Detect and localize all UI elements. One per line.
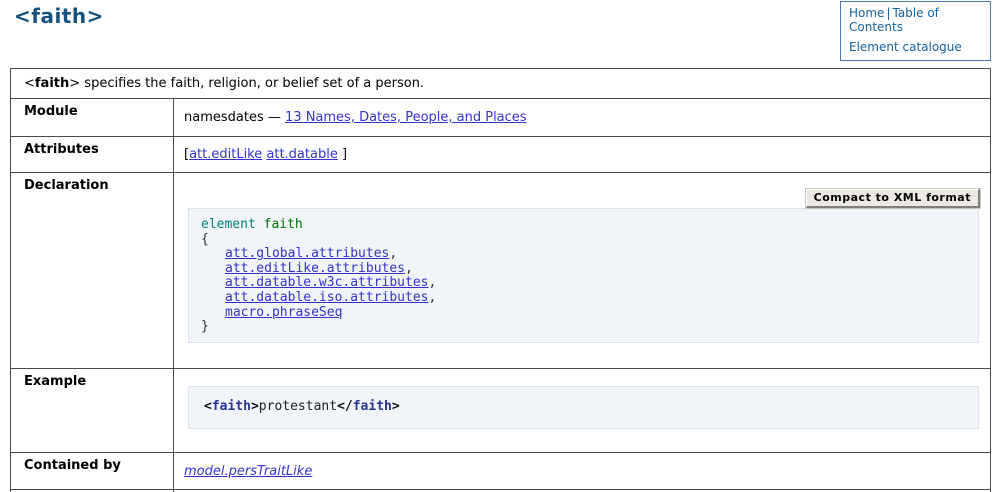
description-row: <faith> specifies the faith, religion, o… (11, 69, 991, 99)
example-text: protestant (259, 399, 337, 414)
declaration-label: Declaration (11, 173, 174, 369)
attributes-close-bracket: ] (342, 147, 347, 162)
top-nav-box: Home|Table of Contents Element catalogue (840, 1, 991, 61)
ref-link-macro-phraseseq[interactable]: macro.phraseSeq (225, 305, 342, 320)
example-code: <faith>protestant</faith> (204, 399, 400, 414)
close-tag-lt: </ (337, 399, 353, 414)
contained-by-link-model-perstraitlike[interactable]: model.persTraitLike (184, 464, 312, 479)
ref-link-att-datable-w3c-attributes[interactable]: att.datable.w3c.attributes (225, 275, 429, 290)
declaration-open-brace: { (201, 233, 978, 248)
ref-link-att-global-attributes[interactable]: att.global.attributes (225, 246, 389, 261)
declaration-line-element: element faith (201, 218, 978, 233)
gi-close-bracket: > (69, 76, 80, 91)
nav-link-element-catalogue[interactable]: Element catalogue (849, 40, 962, 54)
page-title: <faith> (14, 4, 104, 28)
element-description: <faith> specifies the faith, religion, o… (11, 69, 991, 99)
module-dash: — (268, 110, 281, 125)
declaration-ref-line: att.global.attributes, (201, 247, 978, 262)
attributes-label: Attributes (11, 137, 174, 173)
comma: , (405, 261, 413, 276)
declared-element-name: faith (264, 217, 303, 232)
close-tag-name: faith (353, 399, 392, 414)
declaration-ref-line: att.datable.w3c.attributes, (201, 276, 978, 291)
comma: , (429, 290, 437, 305)
declaration-ref-line: att.editLike.attributes, (201, 262, 978, 277)
nav-link-home[interactable]: Home (849, 6, 884, 20)
contained-by-row: Contained by model.persTraitLike (11, 453, 991, 490)
ref-link-att-editlike-attributes[interactable]: att.editLike.attributes (225, 261, 405, 276)
ref-link-att-datable-iso-attributes[interactable]: att.datable.iso.attributes (225, 290, 429, 305)
attribute-class-link-editlike[interactable]: att.editLike (189, 147, 262, 162)
attributes-row: Attributes [att.editLike att.datable ] (11, 137, 991, 173)
declaration-ref-line: macro.phraseSeq (201, 306, 978, 321)
contained-by-value: model.persTraitLike (174, 453, 991, 490)
attribute-class-link-datable[interactable]: att.datable (266, 147, 337, 162)
open-tag-lt: < (204, 399, 212, 414)
example-code-block: <faith>protestant</faith> (188, 386, 979, 429)
comma: , (389, 246, 397, 261)
compact-to-xml-button[interactable]: Compact to XML format (806, 189, 980, 208)
example-label: Example (11, 369, 174, 453)
gi-tag-name: faith (35, 76, 69, 91)
open-tag-gt: > (251, 399, 259, 414)
element-spec-table: <faith> specifies the faith, religion, o… (10, 68, 991, 492)
declaration-content: Compact to XML format element faith { at… (174, 173, 991, 369)
close-tag-gt: > (392, 399, 400, 414)
nav-line-2: Element catalogue (849, 40, 984, 54)
description-text: specifies the faith, religion, or belief… (80, 76, 424, 91)
module-row: Module namesdates — 13 Names, Dates, Peo… (11, 99, 991, 137)
example-content: <faith>protestant</faith> (174, 369, 991, 453)
open-tag-name: faith (212, 399, 251, 414)
attributes-value: [att.editLike att.datable ] (174, 137, 991, 173)
module-value: namesdates — 13 Names, Dates, People, an… (174, 99, 991, 137)
example-row: Example <faith>protestant</faith> (11, 369, 991, 453)
declaration-close-brace: } (201, 320, 978, 335)
declaration-ref-line: att.datable.iso.attributes, (201, 291, 978, 306)
contained-by-label: Contained by (11, 453, 174, 490)
module-chapter-link[interactable]: 13 Names, Dates, People, and Places (285, 110, 527, 125)
gi-open-bracket: < (24, 76, 35, 91)
module-label: Module (11, 99, 174, 137)
module-name: namesdates (184, 110, 264, 125)
declaration-code-block: element faith { att.global.attributes, a… (188, 208, 979, 343)
declaration-row: Declaration Compact to XML format elemen… (11, 173, 991, 369)
keyword-element: element (201, 217, 256, 232)
comma: , (429, 275, 437, 290)
nav-line-1: Home|Table of Contents (849, 6, 984, 34)
